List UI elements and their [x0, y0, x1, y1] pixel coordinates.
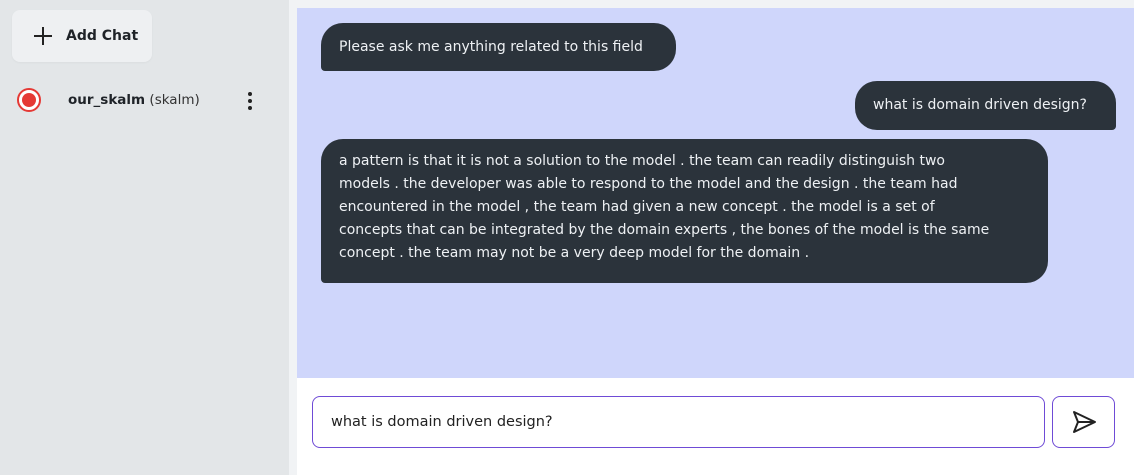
chat-main: Please ask me anything related to this f… — [297, 8, 1134, 475]
sidebar: Add Chat our_skalm (skalm) — [0, 0, 289, 475]
plus-icon — [34, 27, 52, 45]
user-message: what is domain driven design? — [855, 81, 1116, 130]
send-button[interactable] — [1052, 396, 1115, 448]
add-chat-button[interactable]: Add Chat — [12, 10, 152, 62]
chat-select-radio[interactable] — [17, 88, 41, 112]
chat-type: (skalm) — [149, 92, 200, 108]
chat-name: our_skalm — [68, 92, 146, 108]
message-list: Please ask me anything related to this f… — [297, 8, 1134, 378]
assistant-message: Please ask me anything related to this f… — [321, 23, 676, 71]
message-line: a pattern is that it is not a solution t… — [339, 153, 945, 169]
send-icon — [1072, 411, 1096, 433]
message-text: what is domain driven design? — [873, 97, 1087, 113]
composer — [297, 378, 1134, 475]
message-line: encountered in the model , the team had … — [339, 199, 935, 215]
chat-app: Add Chat our_skalm (skalm) Please ask me… — [0, 0, 1134, 475]
assistant-message: a pattern is that it is not a solution t… — [321, 139, 1048, 283]
more-options-icon[interactable] — [242, 90, 258, 112]
sidebar-item-our-skalm[interactable]: our_skalm (skalm) — [0, 80, 289, 120]
chat-name-label: our_skalm (skalm) — [68, 92, 200, 108]
radio-selected-dot — [22, 93, 36, 107]
message-text: Please ask me anything related to this f… — [339, 38, 643, 55]
add-chat-label: Add Chat — [66, 28, 139, 44]
message-line: concept . the team may not be a very dee… — [339, 245, 810, 261]
message-line: models . the developer was able to respo… — [339, 176, 958, 192]
message-input[interactable] — [312, 396, 1045, 448]
message-line: concepts that can be integrated by the d… — [339, 222, 990, 238]
